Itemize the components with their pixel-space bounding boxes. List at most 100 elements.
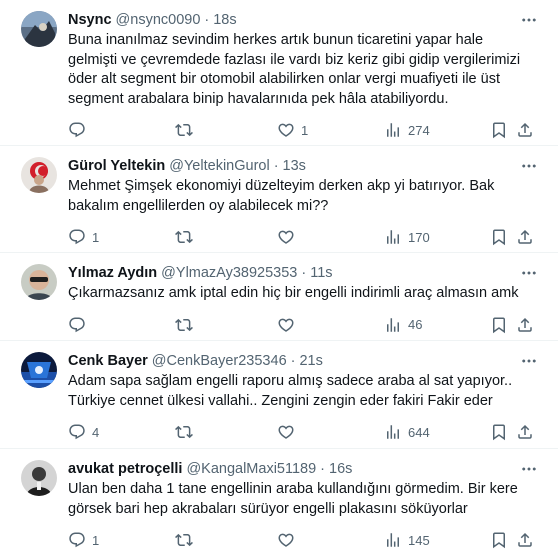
bookmark-icon [490,228,508,246]
separator-dot: · [290,353,296,369]
reply-button[interactable] [68,120,92,140]
user-handle[interactable]: @nsync0090 [116,12,201,28]
views-button[interactable]: 170 [384,227,430,247]
share-icon [516,316,534,334]
reply-icon [68,121,86,139]
retweet-button[interactable] [175,530,199,550]
more-icon[interactable] [520,352,538,370]
share-icon [516,121,534,139]
tweet-header: Gürol Yeltekin @YeltekinGurol · 13s [68,156,544,176]
action-bar: 1 274 [68,113,544,149]
bookmark-button[interactable] [490,422,508,442]
avatar[interactable] [21,352,57,388]
reply-icon [68,423,86,441]
action-bar: 1 170 [68,220,544,256]
avatar[interactable] [21,157,57,193]
like-icon [277,423,295,441]
user-handle[interactable]: @YlmazAy38925353 [161,265,297,281]
reply-thread: Nsync @nsync0090 · 18s Buna inanılmaz se… [0,0,558,559]
reply-button[interactable]: 1 [68,530,99,550]
display-name[interactable]: Nsync [68,12,112,28]
tweet-header: Nsync @nsync0090 · 18s [68,10,544,30]
like-count: 1 [301,122,309,138]
tweet[interactable]: avukat petroçelli @KangalMaxi51189 · 16s… [0,449,558,559]
like-button[interactable] [277,530,301,550]
share-button[interactable] [516,315,534,335]
bookmark-icon [490,423,508,441]
views-button[interactable]: 644 [384,422,430,442]
bookmark-button[interactable] [490,120,508,140]
separator-dot: · [273,158,279,174]
retweet-button[interactable] [175,120,199,140]
avatar[interactable] [21,460,57,496]
retweet-icon [175,121,193,139]
retweet-button[interactable] [175,422,199,442]
bookmark-button[interactable] [490,227,508,247]
tweet-text: Adam sapa sağlam engelli raporu almış sa… [68,373,513,409]
like-icon [277,531,295,549]
reply-icon [68,316,86,334]
view-count: 46 [408,317,423,332]
more-icon[interactable] [520,460,538,478]
bookmark-button[interactable] [490,530,508,550]
more-icon[interactable] [520,11,538,29]
share-button[interactable] [516,227,534,247]
like-button[interactable] [277,227,301,247]
views-icon [384,531,402,549]
timestamp[interactable]: 16s [329,461,352,477]
tweet[interactable]: Cenk Bayer @CenkBayer235346 · 21s Adam s… [0,341,558,449]
display-name[interactable]: avukat petroçelli [68,461,182,477]
tweet-text: Buna inanılmaz sevindim herkes artık bun… [68,32,521,107]
share-icon [516,531,534,549]
views-icon [384,228,402,246]
avatar[interactable] [21,11,57,47]
user-handle[interactable]: @YeltekinGurol [169,158,269,174]
tweet-text: Mehmet Şimşek ekonomiyi düzelteyim derke… [68,178,495,214]
tweet-header: avukat petroçelli @KangalMaxi51189 · 16s [68,459,544,479]
timestamp[interactable]: 18s [213,12,236,28]
share-button[interactable] [516,422,534,442]
views-icon [384,316,402,334]
display-name[interactable]: Cenk Bayer [68,353,148,369]
separator-dot: · [204,12,210,28]
like-button[interactable] [277,315,301,335]
tweet-header: Cenk Bayer @CenkBayer235346 · 21s [68,351,544,371]
retweet-icon [175,423,193,441]
share-button[interactable] [516,530,534,550]
reply-button[interactable]: 4 [68,422,99,442]
views-icon [384,423,402,441]
retweet-button[interactable] [175,227,199,247]
views-button[interactable]: 274 [384,120,430,140]
like-button[interactable]: 1 [277,120,308,140]
retweet-button[interactable] [175,315,199,335]
user-handle[interactable]: @CenkBayer235346 [152,353,287,369]
reply-button[interactable] [68,315,92,335]
retweet-icon [175,228,193,246]
tweet-header: Yılmaz Aydın @YlmazAy38925353 · 11s [68,263,544,283]
like-button[interactable] [277,422,301,442]
share-button[interactable] [516,120,534,140]
tweet[interactable]: Gürol Yeltekin @YeltekinGurol · 13s Mehm… [0,146,558,253]
like-icon [277,121,295,139]
more-icon[interactable] [520,157,538,175]
separator-dot: · [320,461,326,477]
separator-dot: · [301,265,307,281]
tweet[interactable]: Nsync @nsync0090 · 18s Buna inanılmaz se… [0,0,558,146]
reply-count: 4 [92,424,100,440]
reply-icon [68,228,86,246]
reply-button[interactable]: 1 [68,227,99,247]
share-icon [516,228,534,246]
views-button[interactable]: 145 [384,530,430,550]
display-name[interactable]: Yılmaz Aydın [68,265,157,281]
timestamp[interactable]: 11s [310,265,332,281]
bookmark-button[interactable] [490,315,508,335]
display-name[interactable]: Gürol Yeltekin [68,158,165,174]
timestamp[interactable]: 21s [299,353,322,369]
avatar[interactable] [21,264,57,300]
user-handle[interactable]: @KangalMaxi51189 [186,461,316,477]
timestamp[interactable]: 13s [283,158,306,174]
tweet[interactable]: Yılmaz Aydın @YlmazAy38925353 · 11s Çıka… [0,253,558,341]
views-button[interactable]: 46 [384,315,422,335]
view-count: 274 [408,122,430,138]
more-icon[interactable] [520,264,538,282]
